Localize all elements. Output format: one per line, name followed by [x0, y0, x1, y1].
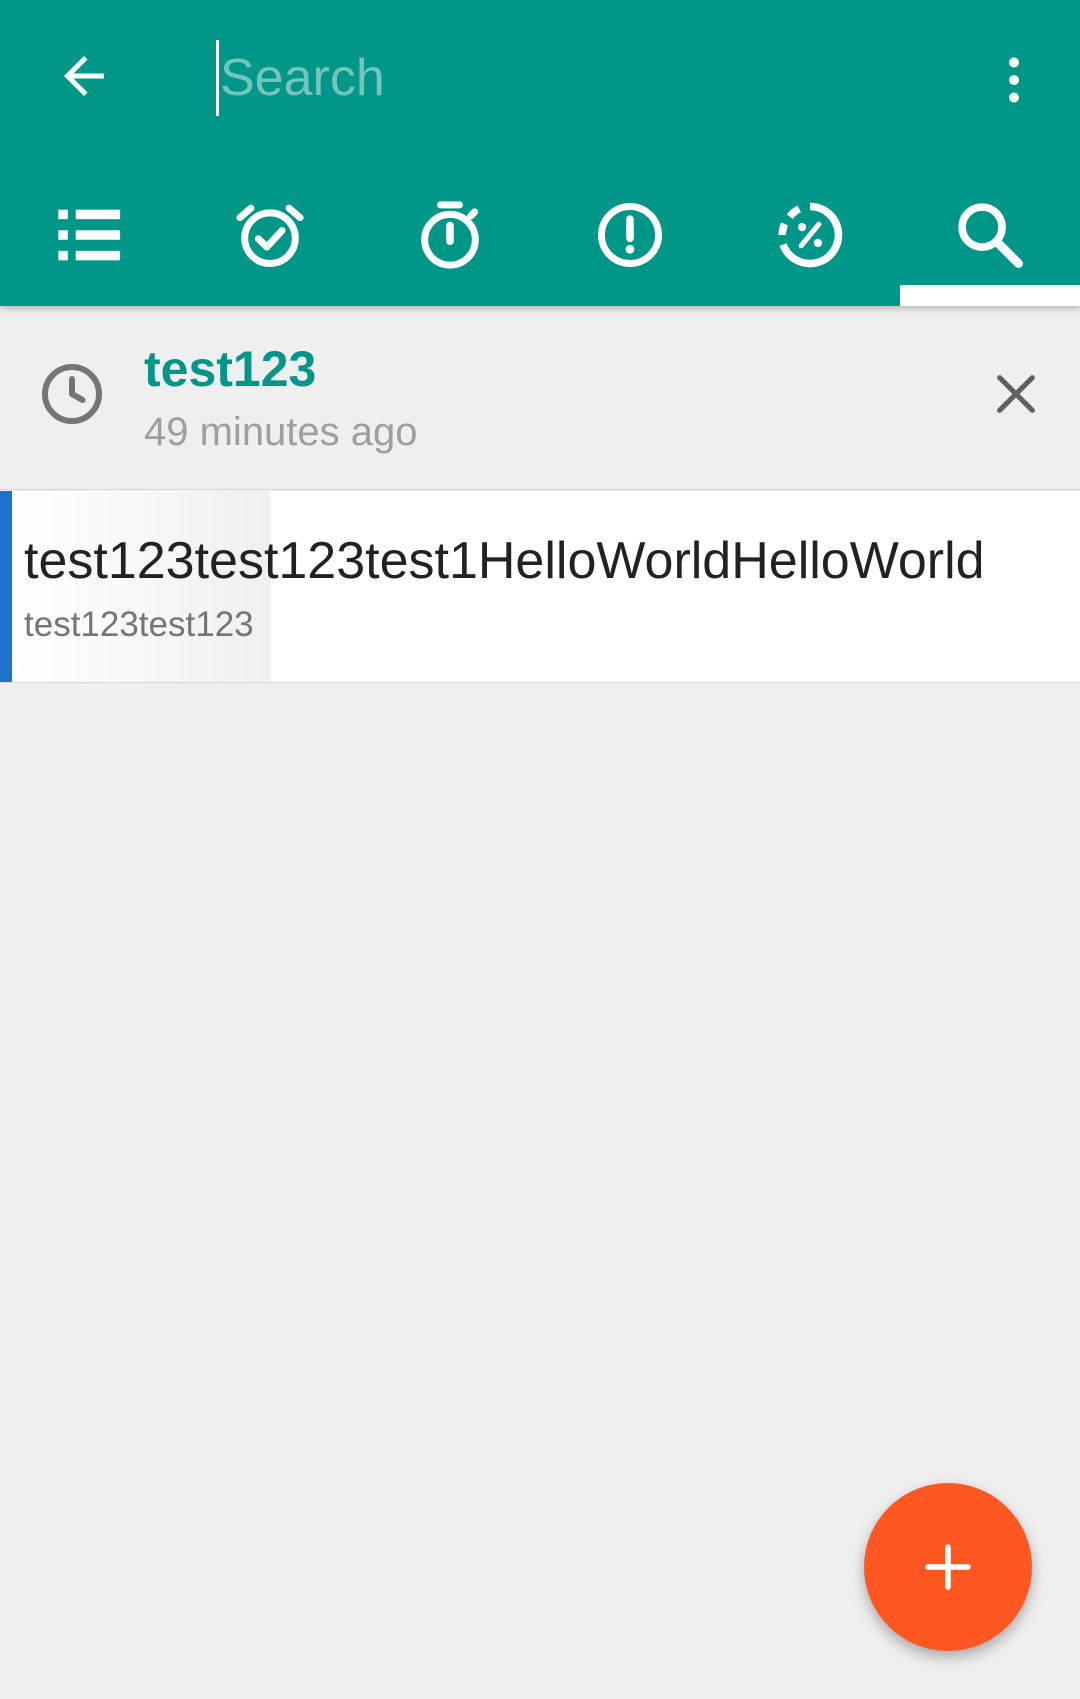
tab-progress[interactable] [720, 180, 900, 306]
tab-important[interactable] [540, 180, 720, 306]
tab-bar [0, 180, 1080, 306]
progress-percent-icon [778, 202, 843, 268]
app-bar [0, 0, 1080, 306]
selected-tab-indicator [900, 285, 1080, 306]
back-button[interactable] [44, 36, 124, 116]
result-subtitle: test123test123 [24, 605, 254, 644]
tab-timer[interactable] [360, 180, 540, 306]
history-timestamp: 49 minutes ago [144, 410, 418, 454]
search-icon [958, 203, 1023, 268]
result-color-marker [0, 491, 12, 682]
tab-search[interactable] [900, 180, 1080, 306]
alert-circle-icon [598, 203, 662, 267]
close-icon [997, 375, 1035, 413]
history-query-text: test123 [144, 341, 317, 397]
search-history-item[interactable] [0, 306, 1080, 490]
tab-all-tasks[interactable] [0, 180, 180, 306]
list-icon [58, 209, 121, 261]
add-icon [925, 1544, 971, 1590]
result-title: test123test123test1HelloWorldHelloWorld [24, 532, 985, 590]
remove-history-button[interactable] [986, 364, 1046, 424]
alarm-check-icon [236, 204, 304, 267]
search-field[interactable] [216, 38, 956, 118]
history-clock-icon [42, 364, 102, 424]
text-cursor [216, 40, 219, 116]
add-task-button[interactable] [864, 1483, 1032, 1651]
arrow-back-icon [64, 56, 104, 96]
more-vert-icon [1009, 57, 1019, 103]
search-input[interactable] [220, 48, 900, 108]
search-result-item[interactable]: test123test123test1HelloWorldHelloWorld … [0, 491, 1080, 683]
overflow-menu-button[interactable] [984, 40, 1044, 120]
tab-reminders[interactable] [180, 180, 360, 306]
timer-icon [421, 201, 479, 269]
